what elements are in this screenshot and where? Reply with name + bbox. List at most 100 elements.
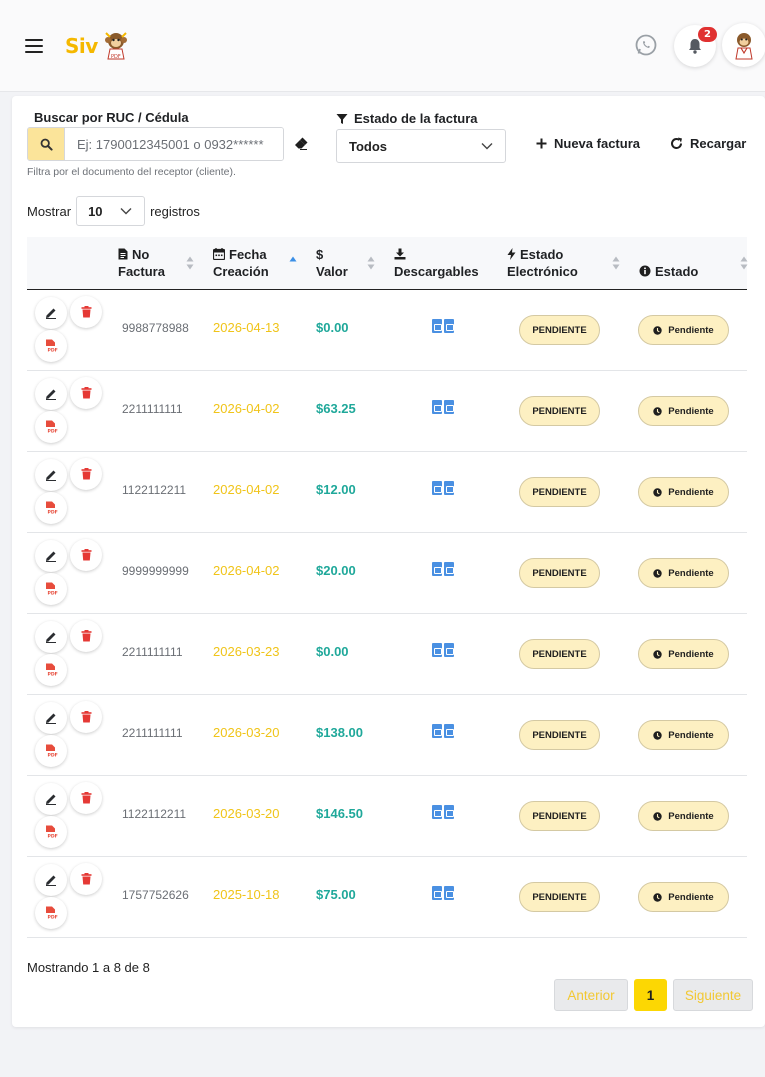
sort-icon[interactable] [612,256,620,270]
svg-text:PDF: PDF [47,510,57,516]
header-fecha[interactable]: Fecha Creación [213,246,269,280]
reload-label: Recargar [690,136,747,151]
pdf-download-icon[interactable] [444,643,454,657]
page-length-prefix: Mostrar [27,203,72,219]
edit-button[interactable] [35,702,67,734]
header-valor[interactable]: $ Valor [316,246,348,280]
invoice-date: 2026-03-23 [213,644,280,659]
pdf-download-icon[interactable] [444,562,454,576]
sort-asc-icon[interactable] [289,256,297,270]
edit-button[interactable] [35,540,67,572]
pdf-download-icon[interactable] [444,400,454,414]
xml-download-icon[interactable] [432,400,442,414]
header-estado-electronico[interactable]: Estado Electrónico [507,246,578,280]
header-valor-line1: $ [316,247,324,262]
invoice-date: 2026-04-13 [213,320,280,335]
status-badge: Pendiente [638,396,729,426]
delete-button[interactable] [70,701,102,733]
downloads-cell [432,400,454,414]
file-icon [118,248,128,260]
pdf-button[interactable]: PDF [35,735,67,767]
xml-download-icon[interactable] [432,319,442,333]
delete-button[interactable] [70,458,102,490]
pagination-page-1-button[interactable]: 1 [634,979,667,1011]
pdf-button[interactable]: PDF [35,654,67,686]
svg-text:PDF: PDF [47,348,57,354]
edit-button[interactable] [35,378,67,410]
pdf-button[interactable]: PDF [35,897,67,929]
page-length-suffix: registros [150,203,200,219]
invoice-date: 2026-03-20 [213,725,280,740]
delete-button[interactable] [70,539,102,571]
invoice-number: 2211111111 [122,402,183,416]
invoice-date: 2026-04-02 [213,563,280,578]
pdf-button[interactable]: PDF [35,573,67,605]
pdf-button[interactable]: PDF [35,330,67,362]
edit-button[interactable] [35,297,67,329]
trash-icon [81,873,91,885]
edit-button[interactable] [35,783,67,815]
header-no-factura[interactable]: No Factura [118,246,165,280]
edit-button[interactable] [35,621,67,653]
invoice-number: 1757752626 [122,888,189,902]
svg-text:PDF: PDF [47,753,57,759]
pdf-download-icon[interactable] [444,886,454,900]
pdf-download-icon[interactable] [444,724,454,738]
xml-download-icon[interactable] [432,643,442,657]
trash-icon [81,630,91,642]
search-group [27,127,284,161]
pdf-icon: PDF [45,582,57,596]
delete-button[interactable] [70,863,102,895]
status-badge: Pendiente [638,882,729,912]
pdf-download-icon[interactable] [444,319,454,333]
invoice-number: 1122112211 [122,483,187,497]
status-badge: Pendiente [638,477,729,507]
pdf-download-icon[interactable] [444,481,454,495]
search-input[interactable] [65,128,283,160]
xml-download-icon[interactable] [432,724,442,738]
sort-icon[interactable] [740,256,748,270]
pagination-previous-button[interactable]: Anterior [554,979,628,1011]
search-icon [40,138,53,151]
user-avatar[interactable] [722,23,765,67]
download-icon [394,248,406,260]
page-length-select[interactable]: 10 [76,196,146,226]
header-valor-line2: Valor [316,264,348,279]
sort-icon[interactable] [367,256,375,270]
xml-download-icon[interactable] [432,805,442,819]
header-estado[interactable]: Estado [639,263,698,280]
status-filter-select[interactable]: Todos [336,129,506,163]
invoice-value: $63.25 [316,401,356,416]
eraser-icon[interactable] [294,137,308,150]
new-invoice-button[interactable]: Nueva factura [536,136,640,151]
trash-icon [81,549,91,561]
pdf-button[interactable]: PDF [35,411,67,443]
electronic-status-badge: PENDIENTE [519,801,600,831]
pdf-button[interactable]: PDF [35,816,67,848]
pdf-icon: PDF [45,501,57,516]
search-button[interactable] [28,128,65,160]
delete-button[interactable] [70,782,102,814]
xml-download-icon[interactable] [432,562,442,576]
delete-button[interactable] [70,620,102,652]
edit-button[interactable] [35,864,67,896]
whatsapp-icon[interactable] [634,33,658,57]
xml-download-icon[interactable] [432,481,442,495]
delete-button[interactable] [70,377,102,409]
monkey-mascot-icon: PDF [104,32,127,60]
delete-button[interactable] [70,296,102,328]
pdf-button[interactable]: PDF [35,492,67,524]
status-badge-label: Pendiente [668,648,714,660]
electronic-status-badge: PENDIENTE [519,558,600,588]
pdf-download-icon[interactable] [444,805,454,819]
sort-icon[interactable] [186,256,194,270]
hamburger-menu-icon[interactable] [25,39,43,53]
pagination-next-button[interactable]: Siguiente [673,979,753,1011]
pdf-icon: PDF [45,339,57,354]
app-logo[interactable]: Siv PDF [65,28,132,64]
edit-button[interactable] [35,459,67,491]
reload-button[interactable]: Recargar [670,136,746,151]
downloads-cell [432,319,454,333]
xml-download-icon[interactable] [432,886,442,900]
notifications-badge: 2 [698,27,717,42]
